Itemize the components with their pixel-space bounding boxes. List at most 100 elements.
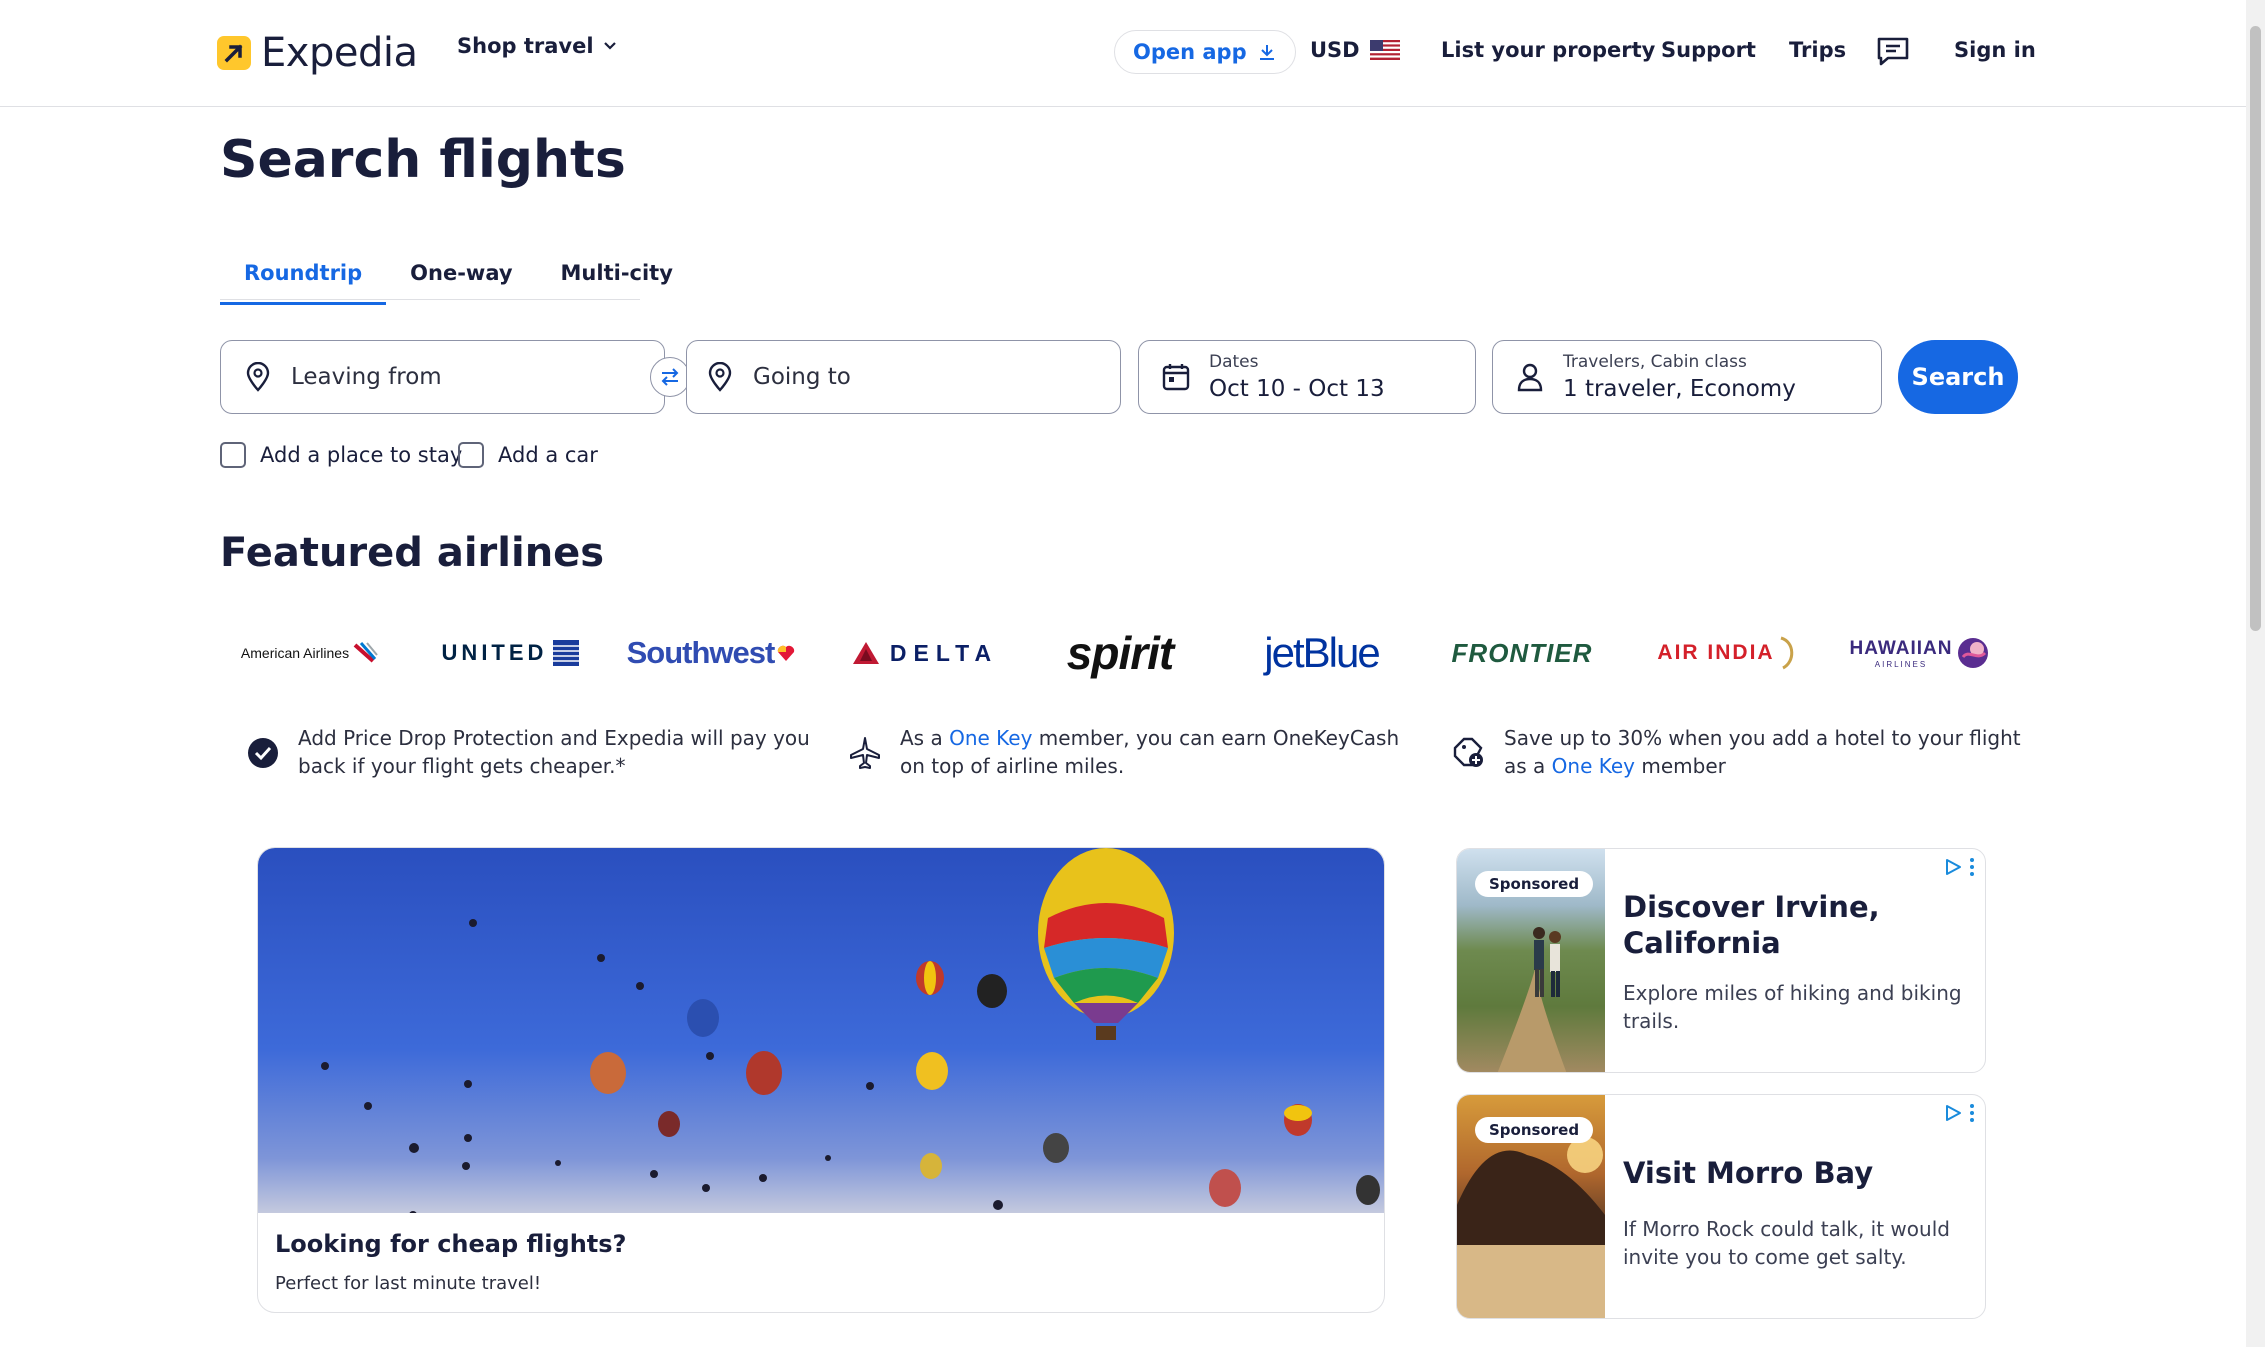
location-pin-icon [705, 362, 735, 392]
travelers-cabin-selector[interactable]: Travelers, Cabin class 1 traveler, Econo… [1492, 340, 1882, 414]
leaving-from-placeholder: Leaving from [291, 364, 442, 390]
frontier-text: FRONTIER [1451, 637, 1593, 668]
delta-logo[interactable]: DELTA [830, 620, 1020, 686]
benefit-hotel-pre: as a [1504, 754, 1552, 778]
benefit-onekey-post: member, you can earn OneKeyCash [1032, 726, 1400, 750]
airplane-icon [850, 737, 880, 769]
tag-plus-icon[interactable] [1452, 736, 1486, 770]
dates-value: Oct 10 - Oct 13 [1209, 376, 1385, 402]
travelers-label: Travelers, Cabin class [1563, 352, 1747, 372]
benefit-hotel-post: member [1635, 754, 1726, 778]
expedia-logo[interactable]: Expedia [217, 30, 418, 76]
benefit-hotel-line1: Save up to 30% when you add a hotel to y… [1504, 726, 2021, 750]
ad-discover-irvine[interactable]: Sponsored Discover Irvine, California Ex… [1456, 848, 1986, 1073]
ad-title-line2: California [1623, 926, 1781, 960]
dates-label: Dates [1209, 352, 1259, 372]
united-globe-icon [553, 640, 580, 666]
more-options-icon[interactable] [1969, 857, 1975, 877]
top-header: Expedia Shop travel Open app USD List yo… [0, 0, 2265, 107]
tab-roundtrip[interactable]: Roundtrip [220, 245, 387, 305]
ad-choices-play-icon[interactable] [1943, 857, 1963, 877]
american-airlines-text: American Airlines [240, 645, 350, 661]
hot-air-balloons-image [258, 848, 1384, 1213]
ad-visit-morro-bay[interactable]: Sponsored Visit Morro Bay If Morro Rock … [1456, 1094, 1986, 1319]
benefit-hotel-savings: Save up to 30% when you add a hotel to y… [1452, 724, 2021, 780]
benefit-price-drop-line1: Add Price Drop Protection and Expedia wi… [298, 726, 810, 750]
one-key-link[interactable]: One Key [1552, 754, 1635, 778]
tab-one-way[interactable]: One-way [386, 245, 536, 305]
frontier-logo[interactable]: FRONTIER [1422, 620, 1622, 686]
trip-type-tabs: Roundtrip One-way Multi-city [220, 245, 697, 305]
person-icon [1515, 362, 1545, 392]
add-car-checkbox[interactable]: Add a car [458, 442, 598, 468]
swap-locations-button[interactable] [650, 357, 690, 397]
ad-title-line1: Visit Morro Bay [1623, 1156, 1874, 1190]
currency-selector[interactable]: USD [1310, 38, 1400, 62]
cheap-flights-card[interactable]: Looking for cheap flights? Perfect for l… [257, 847, 1385, 1313]
open-app-label: Open app [1133, 40, 1247, 64]
featured-airlines-title: Featured airlines [220, 530, 605, 576]
american-airlines-logo[interactable]: American Airlines [225, 620, 395, 686]
location-pin-icon [243, 362, 273, 392]
download-icon [1259, 45, 1274, 60]
add-stay-label: Add a place to stay [260, 443, 463, 467]
sign-in-button[interactable]: Sign in [1954, 38, 2036, 62]
going-to-input[interactable]: Going to [686, 340, 1121, 414]
chat-icon[interactable] [1876, 36, 1910, 66]
air-india-text: AIR INDIA [1657, 641, 1775, 664]
dates-input[interactable]: Dates Oct 10 - Oct 13 [1138, 340, 1476, 414]
checkbox-box [220, 442, 246, 468]
promo-title: Looking for cheap flights? [275, 1230, 627, 1258]
ad-desc-line1: Explore miles of hiking and biking [1623, 981, 1962, 1005]
add-stay-checkbox[interactable]: Add a place to stay [220, 442, 462, 468]
ad-choices-play-icon[interactable] [1943, 1103, 1963, 1123]
going-to-placeholder: Going to [753, 364, 851, 390]
expedia-arrow-icon [217, 36, 251, 70]
benefit-price-drop-line2: back if your flight gets cheaper.* [298, 754, 626, 778]
hawaiian-airlines-logo[interactable]: HAWAIIAN AIRLINES [1838, 620, 2000, 686]
scrollbar-thumb[interactable] [2250, 26, 2261, 631]
benefit-hotel-line2: as a One Key member [1504, 752, 2021, 780]
air-india-logo[interactable]: AIR INDIA [1632, 620, 1822, 686]
page-scrollbar[interactable] [2246, 0, 2265, 1347]
search-button[interactable]: Search [1898, 340, 2018, 414]
currency-label: USD [1310, 38, 1360, 62]
list-your-property-link[interactable]: List your property [1441, 38, 1655, 62]
sponsored-badge: Sponsored [1475, 1117, 1594, 1143]
united-text: UNITED [441, 640, 548, 665]
jetblue-logo[interactable]: jetBlue [1224, 620, 1419, 686]
ad-controls [1943, 857, 1975, 877]
ad-desc-line2: invite you to come get salty. [1623, 1245, 1907, 1269]
ad-desc-line1: If Morro Rock could talk, it would [1623, 1217, 1950, 1241]
one-key-link[interactable]: One Key [949, 726, 1032, 750]
leaving-from-input[interactable]: Leaving from [220, 340, 665, 414]
benefit-onekey-line1: As a One Key member, you can earn OneKey… [900, 724, 1399, 752]
benefit-onekey-pre: As a [900, 726, 950, 750]
swap-arrows-icon [661, 368, 679, 386]
checkbox-box [458, 442, 484, 468]
add-car-label: Add a car [498, 443, 598, 467]
united-logo[interactable]: UNITED [428, 620, 593, 686]
hawaiian-text-block: HAWAIIAN AIRLINES [1850, 638, 1953, 669]
chevron-down-icon [603, 42, 616, 50]
air-india-swirl-icon [1779, 636, 1793, 670]
trips-link[interactable]: Trips [1789, 38, 1846, 62]
hawaiian-pualani-icon [1957, 638, 1988, 668]
shop-travel-menu[interactable]: Shop travel [457, 34, 618, 58]
benefit-onekey-cash: As a One Key member, you can earn OneKey… [848, 724, 1399, 780]
delta-widget-icon [852, 642, 879, 664]
delta-text: DELTA [889, 639, 999, 666]
more-options-icon[interactable] [1969, 1103, 1975, 1123]
open-app-button[interactable]: Open app [1114, 30, 1296, 74]
support-link[interactable]: Support [1661, 38, 1756, 62]
american-eagle-icon [353, 642, 378, 663]
logo-text: Expedia [261, 30, 418, 76]
shop-travel-label: Shop travel [457, 34, 594, 58]
us-flag-icon [1369, 40, 1400, 60]
tab-multi-city[interactable]: Multi-city [537, 245, 697, 305]
ad-desc-line2: trails. [1623, 1009, 1680, 1033]
southwest-logo[interactable]: Southwest [614, 620, 809, 686]
spirit-logo[interactable]: spirit [1020, 620, 1220, 686]
sponsored-badge: Sponsored [1475, 871, 1594, 897]
southwest-heart-icon [778, 645, 795, 661]
